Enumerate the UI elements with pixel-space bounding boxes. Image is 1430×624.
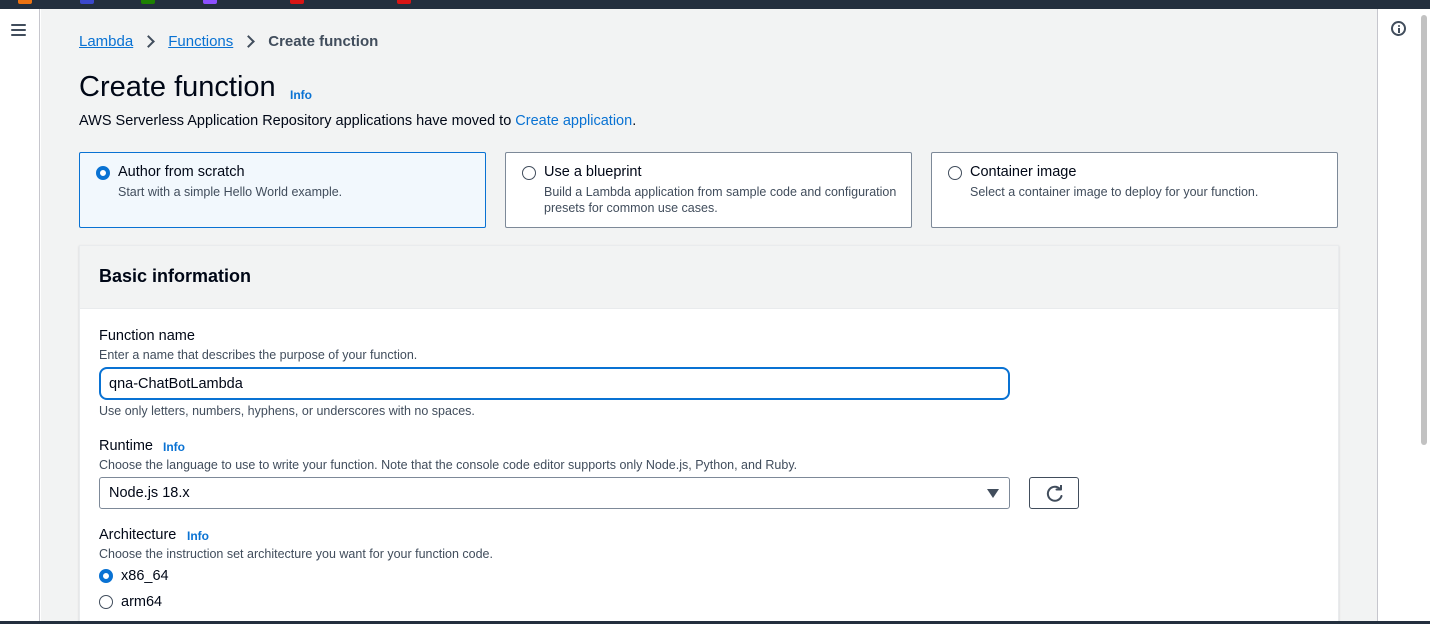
option-title: Container image bbox=[970, 164, 1077, 180]
page-title-info-link[interactable]: Info bbox=[290, 88, 312, 102]
refresh-icon bbox=[1046, 485, 1063, 502]
runtime-info-link[interactable]: Info bbox=[163, 440, 185, 454]
caret-down-icon bbox=[987, 489, 999, 498]
runtime-select[interactable]: Node.js 18.x bbox=[99, 477, 1010, 509]
architecture-info-link[interactable]: Info bbox=[187, 529, 209, 543]
chevron-right-icon bbox=[142, 34, 156, 48]
option-title: Author from scratch bbox=[118, 164, 245, 180]
service-shortcut-chip[interactable] bbox=[18, 0, 32, 4]
breadcrumb-lambda[interactable]: Lambda bbox=[79, 33, 133, 50]
service-shortcut-chip[interactable] bbox=[397, 0, 411, 4]
panel-header: Basic information bbox=[80, 246, 1338, 309]
side-navigation bbox=[0, 9, 40, 624]
panel-heading: Basic information bbox=[99, 266, 252, 286]
option-author-from-scratch[interactable]: Author from scratch Start with a simple … bbox=[79, 152, 486, 228]
page-title: Create function bbox=[79, 71, 276, 103]
architecture-label: Architecture bbox=[99, 527, 177, 543]
runtime-selected-value: Node.js 18.x bbox=[109, 485, 190, 501]
breadcrumb-current: Create function bbox=[268, 32, 379, 50]
breadcrumb-functions[interactable]: Functions bbox=[168, 33, 233, 50]
breadcrumb: Lambda Functions Create function bbox=[79, 31, 378, 51]
option-title: Use a blueprint bbox=[544, 164, 642, 180]
architecture-option-label: x86_64 bbox=[121, 568, 169, 584]
radio-author-from-scratch[interactable] bbox=[96, 166, 110, 180]
function-name-input[interactable] bbox=[99, 367, 1010, 400]
radio-use-a-blueprint[interactable] bbox=[522, 166, 536, 180]
info-icon[interactable] bbox=[1391, 21, 1406, 36]
service-shortcut-chip[interactable] bbox=[203, 0, 217, 4]
option-use-a-blueprint[interactable]: Use a blueprint Build a Lambda applicati… bbox=[505, 152, 912, 228]
service-shortcut-chip[interactable] bbox=[80, 0, 94, 4]
main-content: Lambda Functions Create function Create … bbox=[41, 9, 1377, 624]
page-scrollbar[interactable] bbox=[1418, 9, 1430, 624]
option-container-image[interactable]: Container image Select a container image… bbox=[931, 152, 1338, 228]
function-name-label: Function name bbox=[99, 328, 195, 344]
option-description: Build a Lambda application from sample c… bbox=[544, 185, 897, 215]
service-shortcut-chip[interactable] bbox=[290, 0, 304, 4]
help-panel-rail bbox=[1377, 9, 1418, 624]
create-application-link[interactable]: Create application bbox=[515, 113, 632, 129]
architecture-option-arm64[interactable]: arm64 bbox=[99, 593, 162, 611]
option-description: Start with a simple Hello World example. bbox=[118, 185, 343, 199]
runtime-label: Runtime bbox=[99, 438, 153, 454]
radio-arm64[interactable] bbox=[99, 595, 113, 609]
radio-x86-64[interactable] bbox=[99, 569, 113, 583]
architecture-option-label: arm64 bbox=[121, 594, 163, 610]
hamburger-menu-icon[interactable] bbox=[11, 23, 27, 37]
option-description: Select a container image to deploy for y… bbox=[970, 185, 1259, 199]
scrollbar-thumb[interactable] bbox=[1421, 15, 1427, 445]
service-shortcut-chip[interactable] bbox=[141, 0, 155, 4]
chevron-right-icon bbox=[242, 34, 256, 48]
function-name-constraint: Use only letters, numbers, hyphens, or u… bbox=[99, 404, 475, 418]
radio-container-image[interactable] bbox=[948, 166, 962, 180]
basic-information-panel: Basic information Function name Enter a … bbox=[79, 245, 1339, 624]
top-navigation-bar bbox=[0, 0, 1430, 9]
architecture-option-x86-64[interactable]: x86_64 bbox=[99, 567, 169, 585]
architecture-description: Choose the instruction set architecture … bbox=[99, 547, 493, 561]
function-name-description: Enter a name that describes the purpose … bbox=[99, 348, 418, 362]
refresh-runtime-button[interactable] bbox=[1029, 477, 1079, 509]
page-notice: AWS Serverless Application Repository ap… bbox=[79, 113, 636, 129]
notice-text: AWS Serverless Application Repository ap… bbox=[79, 113, 516, 129]
notice-suffix: . bbox=[632, 113, 637, 129]
runtime-description: Choose the language to use to write your… bbox=[99, 458, 798, 472]
